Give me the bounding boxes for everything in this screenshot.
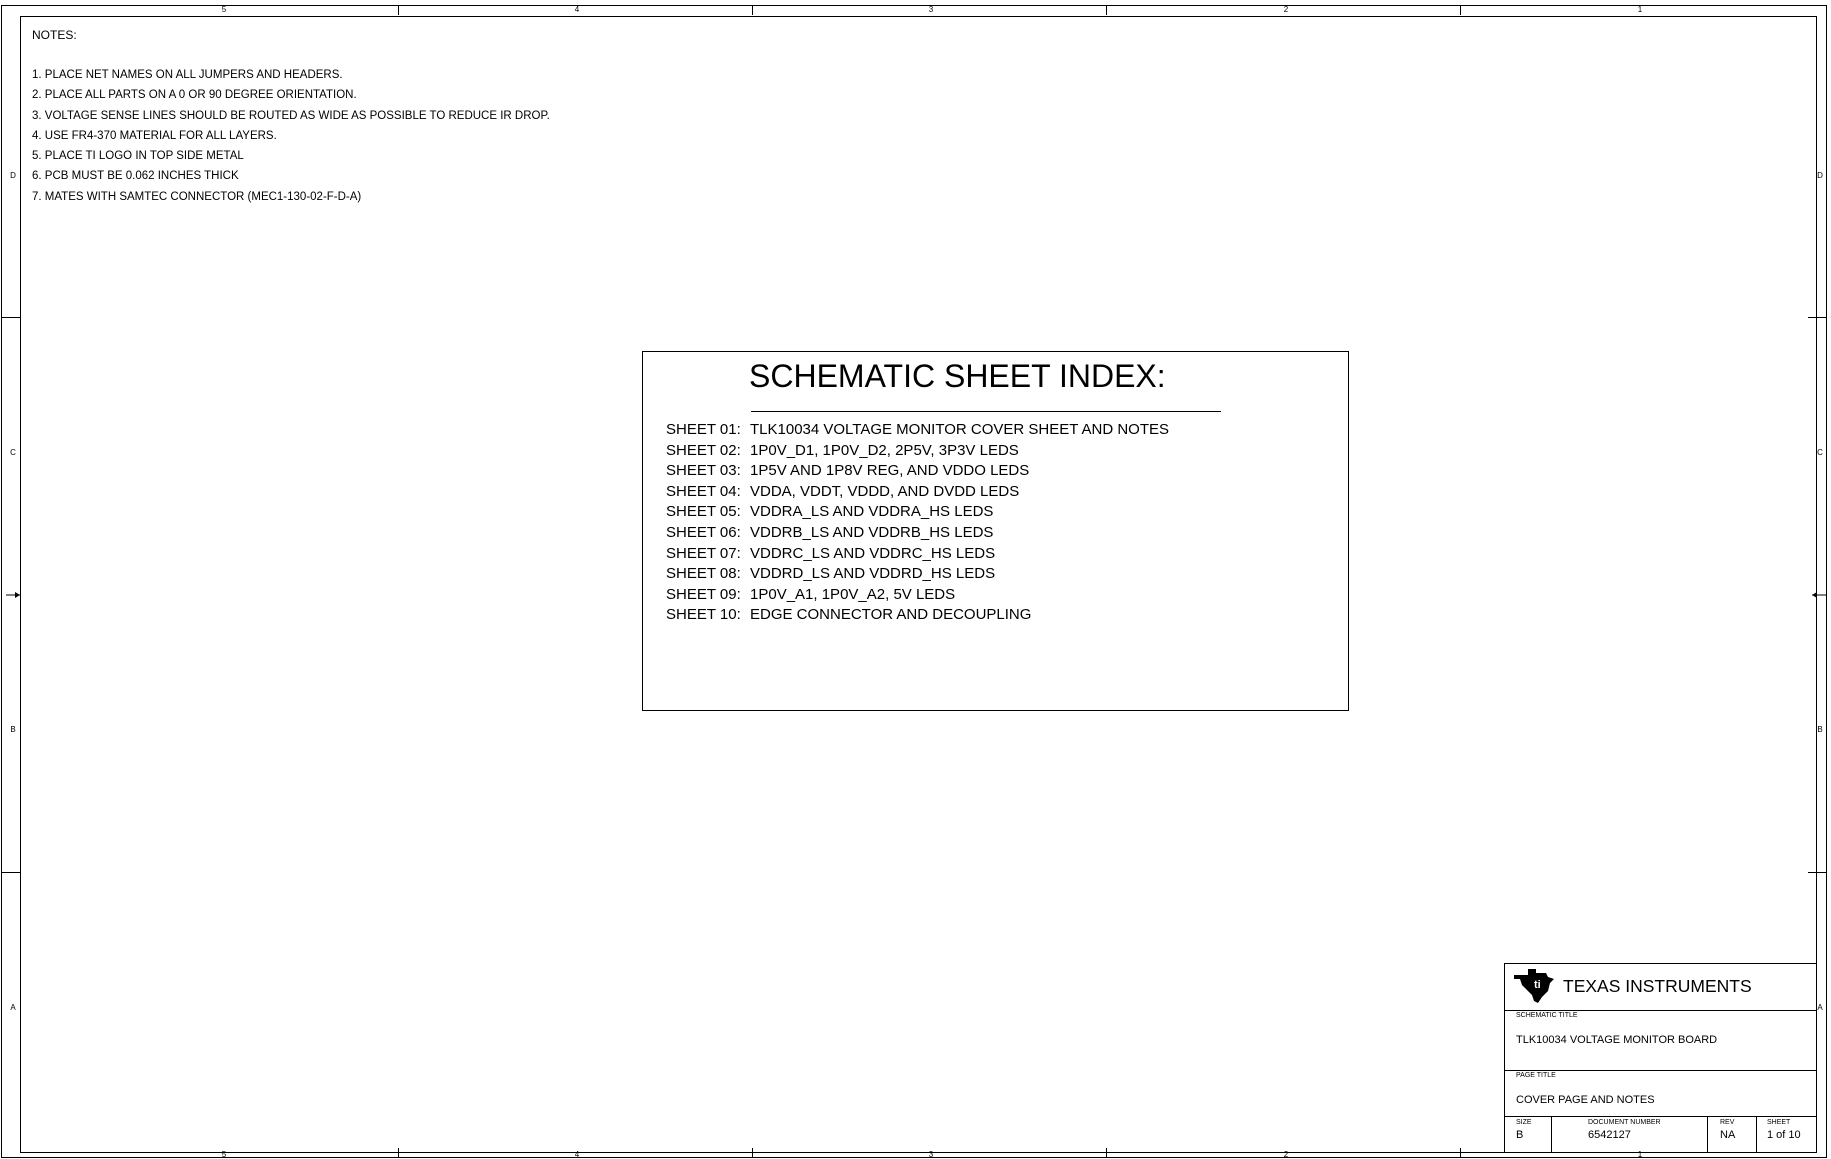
title-block-divider <box>1504 1010 1817 1011</box>
sheet-number: SHEET 08: <box>666 565 741 583</box>
sheet-number: SHEET 03: <box>666 462 741 480</box>
sheet-index-item: SHEET 01: TLK10034 VOLTAGE MONITOR COVER … <box>666 421 1169 442</box>
sheet-index-list: SHEET 01: TLK10034 VOLTAGE MONITOR COVER … <box>666 421 1169 627</box>
title-block-divider <box>1707 1116 1708 1153</box>
sheet-index-item: SHEET 08: VDDRD_LS AND VDDRD_HS LEDS <box>666 565 1169 586</box>
note-item: 1. PLACE NET NAMES ON ALL JUMPERS AND HE… <box>32 69 343 81</box>
note-item: 6. PCB MUST BE 0.062 INCHES THICK <box>32 170 239 183</box>
sheet-description: 1P0V_D1, 1P0V_D2, 2P5V, 3P3V LEDS <box>750 441 1019 459</box>
sheet-number: SHEET 06: <box>666 523 741 541</box>
sheet-index-item: SHEET 02: 1P0V_D1, 1P0V_D2, 2P5V, 3P3V LE… <box>666 442 1169 463</box>
zone-tick <box>1 317 20 318</box>
sheet-description: VDDRA_LS AND VDDRA_HS LEDS <box>750 503 994 521</box>
column-label: 3 <box>928 5 934 14</box>
sheet-description: EDGE CONNECTOR AND DECOUPLING <box>750 606 1032 624</box>
note-item: 7. MATES WITH SAMTEC CONNECTOR (MEC1-130… <box>32 190 362 203</box>
sheet-value: 1 of 10 <box>1767 1129 1801 1141</box>
center-arrow-icon <box>6 592 20 598</box>
note-item: 4. USE FR4-370 MATERIAL FOR ALL LAYERS. <box>32 129 277 142</box>
sheet-index-item: SHEET 09: 1P0V_A1, 1P0V_A2, 5V LEDS <box>666 586 1169 607</box>
sheet-description: 1P5V AND 1P8V REG, AND VDDO LEDS <box>750 462 1030 480</box>
row-label: C <box>10 448 16 457</box>
sheet-number: SHEET 07: <box>666 544 741 562</box>
sheet-description: 1P0V_A1, 1P0V_A2, 5V LEDS <box>750 585 956 603</box>
sheet-number: SHEET 01: <box>666 421 741 438</box>
sheet-number: SHEET 02: <box>666 441 741 459</box>
sheet-description: VDDRD_LS AND VDDRD_HS LEDS <box>750 565 996 583</box>
note-item: 3. VOLTAGE SENSE LINES SHOULD BE ROUTED … <box>32 109 550 122</box>
schematic-title: TLK10034 VOLTAGE MONITOR BOARD <box>1516 1034 1718 1046</box>
zone-tick <box>1460 5 1461 15</box>
column-label: 1 <box>1637 5 1643 14</box>
schematic-title-label: SCHEMATIC TITLE <box>1516 1012 1578 1019</box>
column-label: 3 <box>928 1150 934 1159</box>
document-number: 6542127 <box>1588 1129 1631 1141</box>
column-label: 2 <box>1283 1150 1289 1159</box>
row-label: B <box>10 725 16 734</box>
size-value: B <box>1516 1129 1524 1141</box>
sheet-number: SHEET 05: <box>666 503 741 521</box>
zone-tick <box>1808 317 1827 318</box>
rev-label: REV <box>1720 1119 1735 1126</box>
zone-tick <box>752 1148 753 1158</box>
notes-list: 1. PLACE NET NAMES ON ALL JUMPERS AND HE… <box>32 68 550 210</box>
zone-tick <box>1460 1148 1461 1158</box>
zone-tick <box>1106 5 1107 15</box>
row-label: C <box>1817 448 1823 457</box>
sheet-label: SHEET <box>1767 1119 1791 1126</box>
note-item: 5. PLACE TI LOGO IN TOP SIDE METAL <box>32 150 244 163</box>
column-label: 5 <box>221 1150 227 1159</box>
column-label: 5 <box>221 5 227 14</box>
sheet-number: SHEET 04: <box>666 482 741 500</box>
page-title-label: PAGE TITLE <box>1516 1072 1556 1079</box>
size-label: SIZE <box>1516 1119 1532 1126</box>
ti-logo-icon: ti <box>1514 969 1554 1003</box>
document-number-label: DOCUMENT NUMBER <box>1588 1119 1661 1126</box>
zone-tick <box>1106 1148 1107 1158</box>
title-block-divider <box>1756 1116 1757 1153</box>
rev-value: NA <box>1720 1129 1736 1141</box>
sheet-index-item: SHEET 04: VDDA, VDDT, VDDD, AND DVDD LEDS <box>666 483 1169 504</box>
sheet-index-title: SCHEMATIC SHEET INDEX: <box>749 358 1166 394</box>
sheet-description: TLK10034 VOLTAGE MONITOR COVER SHEET AND… <box>750 421 1170 438</box>
sheet-index-item: SHEET 05: VDDRA_LS AND VDDRA_HS LEDS <box>666 503 1169 524</box>
row-label: A <box>10 1003 16 1012</box>
row-label: D <box>1817 171 1823 180</box>
sheet-index-item: SHEET 03: 1P5V AND 1P8V REG, AND VDDO LED… <box>666 462 1169 483</box>
note-item: 2. PLACE ALL PARTS ON A 0 OR 90 DEGREE O… <box>32 89 357 102</box>
zone-tick <box>398 5 399 15</box>
column-label: 4 <box>574 5 580 14</box>
sheet-description: VDDA, VDDT, VDDD, AND DVDD LEDS <box>750 482 1020 500</box>
title-block-divider <box>1551 1116 1552 1153</box>
column-label: 2 <box>1283 5 1289 14</box>
svg-text:ti: ti <box>1534 979 1541 991</box>
sheet-index-item: SHEET 10: EDGE CONNECTOR AND DECOUPLING <box>666 606 1169 627</box>
zone-tick <box>1808 872 1827 873</box>
zone-tick <box>398 1148 399 1158</box>
company-name: TEXAS INSTRUMENTS <box>1563 976 1752 996</box>
sheet-number: SHEET 10: <box>666 606 741 624</box>
column-label: 4 <box>574 1150 580 1159</box>
sheet-number: SHEET 09: <box>666 585 741 603</box>
notes-title: NOTES: <box>32 28 77 42</box>
page-title: COVER PAGE AND NOTES <box>1516 1094 1655 1106</box>
row-label: D <box>10 171 16 180</box>
sheet-index-item: SHEET 07: VDDRC_LS AND VDDRC_HS LEDS <box>666 545 1169 566</box>
sheet-index-divider <box>751 411 1221 412</box>
title-block-divider <box>1504 1070 1817 1071</box>
sheet-description: VDDRB_LS AND VDDRB_HS LEDS <box>750 523 994 541</box>
sheet-index-item: SHEET 06: VDDRB_LS AND VDDRB_HS LEDS <box>666 524 1169 545</box>
row-label: B <box>1817 725 1823 734</box>
zone-tick <box>752 5 753 15</box>
zone-tick <box>1 872 20 873</box>
sheet-description: VDDRC_LS AND VDDRC_HS LEDS <box>750 544 996 562</box>
center-arrow-icon <box>1812 592 1826 598</box>
